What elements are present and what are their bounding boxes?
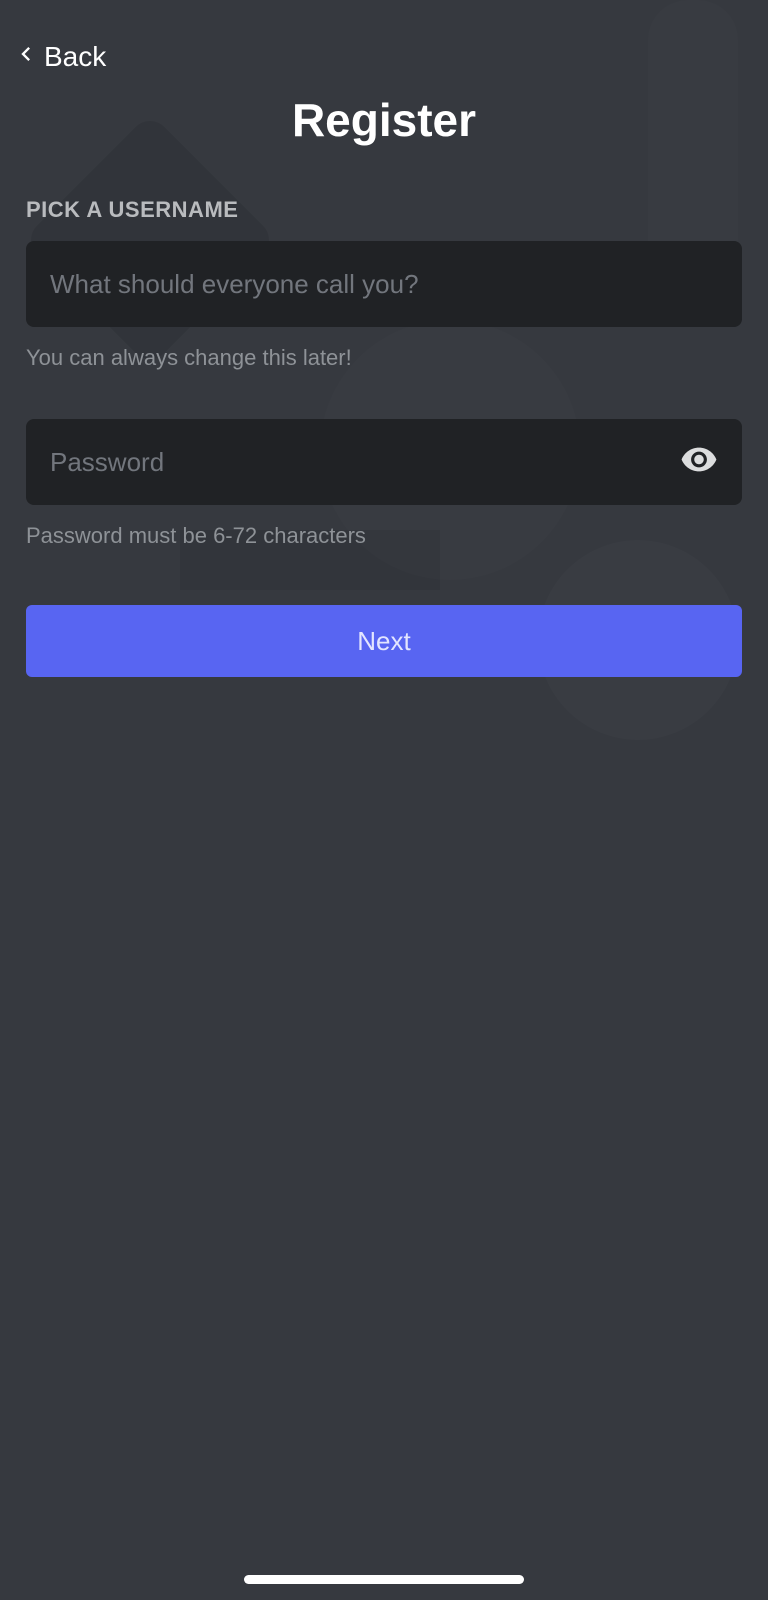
- next-button[interactable]: Next: [26, 605, 742, 677]
- chevron-left-icon: [12, 40, 40, 73]
- home-indicator[interactable]: [244, 1575, 524, 1584]
- username-input[interactable]: [26, 241, 742, 327]
- username-hint: You can always change this later!: [26, 345, 742, 371]
- back-label: Back: [44, 41, 106, 73]
- eye-icon: [680, 466, 718, 483]
- password-input[interactable]: [26, 419, 742, 505]
- username-label: PICK A USERNAME: [26, 197, 742, 223]
- back-button[interactable]: Back: [12, 0, 742, 73]
- toggle-password-visibility[interactable]: [680, 441, 718, 484]
- password-hint: Password must be 6-72 characters: [26, 523, 742, 549]
- page-title: Register: [26, 93, 742, 147]
